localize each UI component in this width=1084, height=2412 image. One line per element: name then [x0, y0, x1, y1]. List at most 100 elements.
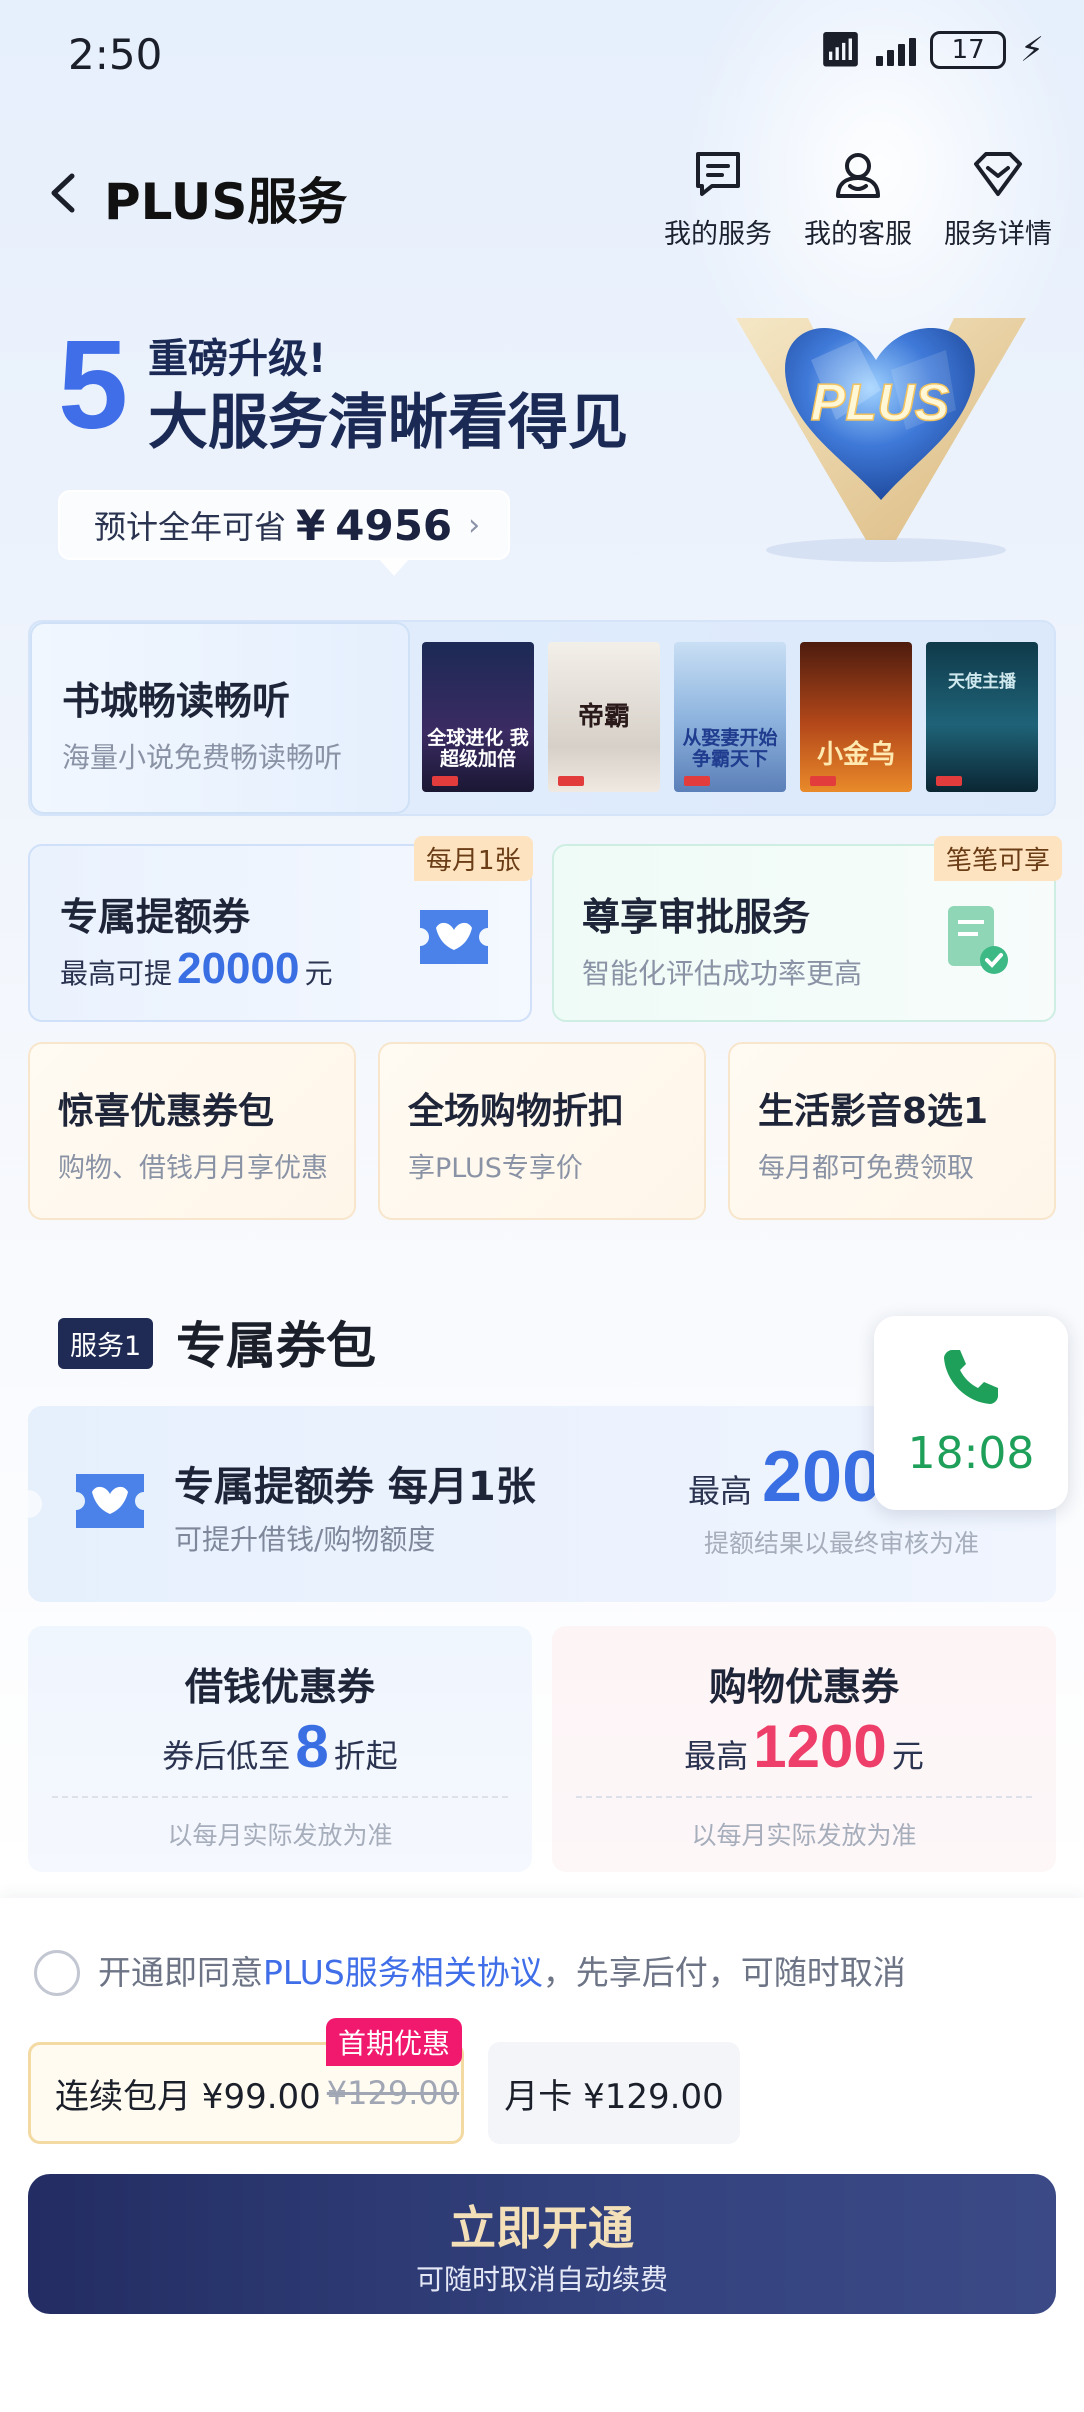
phone-icon [944, 1350, 998, 1404]
coupon-pack-subtitle: 购物、借钱月月享优惠 [58, 1153, 328, 1184]
book-cover-title: 从娶妻开始 争霸天下 [682, 727, 778, 771]
plan-label: 月卡 ¥129.00 [504, 2076, 724, 2117]
floating-call-widget[interactable]: 18:08 [874, 1316, 1068, 1510]
reading-title: 书城畅读畅听 [62, 679, 291, 723]
my-support-label: 我的客服 [804, 219, 912, 250]
customer-service-icon [836, 153, 880, 198]
coupon-pack-tile[interactable]: 惊喜优惠券包 购物、借钱月月享优惠 [28, 1042, 356, 1220]
book-cover[interactable]: 小金乌 [800, 642, 912, 792]
document-check-icon [948, 906, 1008, 974]
plan-original-price: ¥129.00 [326, 2074, 460, 2112]
publisher-logo [810, 776, 836, 786]
book-cover-title: 天使主播 [948, 672, 1016, 693]
header: PLUS服务 我的服务 我的客服 服务详情 [0, 140, 1084, 250]
dashed-divider [576, 1796, 1032, 1798]
book-cover-title: 帝霸 [577, 702, 630, 733]
publisher-logo [936, 776, 962, 786]
plus-heart-logo: PLUS [736, 318, 1026, 562]
charging-icon: ⚡︎ [1020, 30, 1044, 70]
loan-coupon-card[interactable]: 借钱优惠券 券后低至 8 折起 以每月实际发放为准 [28, 1626, 532, 1872]
diamond-icon [974, 152, 1022, 196]
plus-service-page: 2:50 📶︎ 17 ⚡︎ PLUS服务 我的服务 我的客服 服务详情 5 重磅… [0, 0, 1084, 2412]
loan-coupon-title: 借钱优惠券 [184, 1665, 375, 1709]
plan-monthly-card[interactable]: 月卡 ¥129.00 [488, 2042, 740, 2144]
back-arrow-icon[interactable] [44, 168, 84, 218]
my-service-button[interactable]: 我的服务 [660, 146, 776, 251]
approval-subtitle: 智能化评估成功率更高 [582, 957, 863, 990]
wifi-icon: 📶︎ [818, 30, 863, 70]
page-title: PLUS服务 [104, 173, 348, 231]
status-bar: 2:50 📶︎ 17 ⚡︎ [0, 0, 1084, 110]
chevron-right-icon: › [468, 507, 481, 543]
shopping-coupon-value: 1200 [753, 1713, 887, 1780]
shopping-discount-title: 全场购物折扣 [408, 1091, 625, 1132]
book-cover-title: 全球进化 我超级加倍 [427, 727, 529, 771]
agreement-link[interactable]: PLUS服务相关协议 [263, 1953, 543, 1992]
savings-amount: 4956 [335, 500, 453, 550]
loan-coupon-value-line: 券后低至 8 折起 [28, 1712, 532, 1781]
service-details-button[interactable]: 服务详情 [940, 146, 1056, 251]
shopping-coupon-card[interactable]: 购物优惠券 最高 1200 元 以每月实际发放为准 [552, 1626, 1056, 1872]
coupon-notch [28, 1490, 42, 1518]
shopping-discount-subtitle: 享PLUS专享价 [408, 1153, 583, 1184]
reading-subtitle: 海量小说免费畅读畅听 [62, 741, 343, 774]
ticket-icon [76, 1474, 144, 1528]
savings-label: 预计全年可省 [94, 508, 287, 546]
call-duration: 18:08 [907, 1428, 1035, 1479]
my-support-button[interactable]: 我的客服 [800, 146, 916, 251]
credit-coupon-note: 提额结果以最终审核为准 [704, 1529, 980, 1558]
life-media-title: 生活影音8选1 [758, 1091, 989, 1132]
first-period-discount-tag: 首期优惠 [326, 2018, 463, 2066]
loan-coupon-note: 以每月实际发放为准 [167, 1821, 393, 1850]
loan-coupon-value: 8 [295, 1713, 329, 1780]
service-list-icon [696, 152, 740, 196]
book-cover[interactable]: 帝霸 [548, 642, 660, 792]
approval-service-tile[interactable]: 尊享审批服务 智能化评估成功率更高 笔笔可享 [552, 836, 1063, 1022]
activate-now-sublabel: 可随时取消自动续费 [415, 2263, 668, 2296]
plan-label: 连续包月 ¥99.00 [55, 2076, 321, 2117]
agreement-prefix: 开通即同意 [98, 1953, 263, 1992]
reading-benefit-label: 书城畅读畅听 海量小说免费畅读畅听 [30, 622, 410, 814]
book-covers: 全球进化 我超级加倍 帝霸 从娶妻开始 争霸天下 小金乌 天使主播 [422, 642, 1038, 792]
activate-now-label: 立即开通 [450, 2201, 634, 2255]
hero-number: 5 [58, 314, 129, 455]
credit-boost-amount: 20000 [177, 944, 300, 993]
shopping-coupon-suffix: 元 [891, 1737, 924, 1775]
loan-coupon-prefix: 券后低至 [162, 1737, 291, 1775]
credit-boost-unit: 元 [304, 957, 333, 990]
shopping-discount-tile[interactable]: 全场购物折扣 享PLUS专享价 [378, 1042, 706, 1220]
header-actions: 我的服务 我的客服 服务详情 [660, 146, 1056, 251]
section-badge: 服务1 [58, 1318, 154, 1369]
book-cover[interactable]: 全球进化 我超级加倍 [422, 642, 534, 792]
activate-now-button[interactable]: 立即开通 可随时取消自动续费 [28, 2174, 1056, 2314]
my-service-label: 我的服务 [664, 219, 772, 250]
book-cover[interactable]: 天使主播 [926, 642, 1038, 792]
life-media-subtitle: 每月都可免费领取 [758, 1153, 974, 1184]
credit-boost-prefix: 最高可提 [60, 957, 173, 990]
shopping-coupon-title: 购物优惠券 [708, 1665, 899, 1709]
life-media-tile[interactable]: 生活影音8选1 每月都可免费领取 [728, 1042, 1056, 1220]
shopping-coupon-prefix: 最高 [684, 1737, 749, 1775]
approval-title: 尊享审批服务 [582, 895, 811, 939]
publisher-logo [558, 776, 584, 786]
annual-savings-pill[interactable]: 预计全年可省 ¥ 4956 › [58, 490, 510, 560]
savings-pill-pointer [378, 558, 410, 576]
agreement-radio[interactable] [34, 1950, 80, 1996]
credit-coupon-subtitle: 可提升借钱/购物额度 [174, 1523, 436, 1556]
battery-icon: 17 [930, 31, 1007, 69]
book-cover[interactable]: 从娶妻开始 争霸天下 [674, 642, 786, 792]
monthly-tag: 每月1张 [414, 836, 533, 881]
shopping-coupon-note: 以每月实际发放为准 [691, 1821, 917, 1850]
plus-logo-text: PLUS [811, 374, 950, 432]
savings-currency: ¥ [296, 500, 326, 550]
agreement-suffix: ，先享后付，可随时取消 [542, 1953, 906, 1992]
book-cover-title: 小金乌 [816, 740, 895, 771]
service-details-label: 服务详情 [944, 219, 1052, 250]
hero-title: 大服务清晰看得见 [148, 388, 628, 458]
credit-boost-tile[interactable]: 专属提额券 最高可提 20000 元 每月1张 [28, 836, 533, 1022]
every-transaction-tag: 笔笔可享 [934, 836, 1063, 881]
publisher-logo [432, 776, 458, 786]
loan-coupon-suffix: 折起 [333, 1737, 398, 1775]
coupon-pack-title: 惊喜优惠券包 [58, 1091, 275, 1132]
reading-benefit-card[interactable]: 全球进化 我超级加倍 帝霸 从娶妻开始 争霸天下 小金乌 天使主播 书城畅读畅听 [28, 620, 1056, 816]
